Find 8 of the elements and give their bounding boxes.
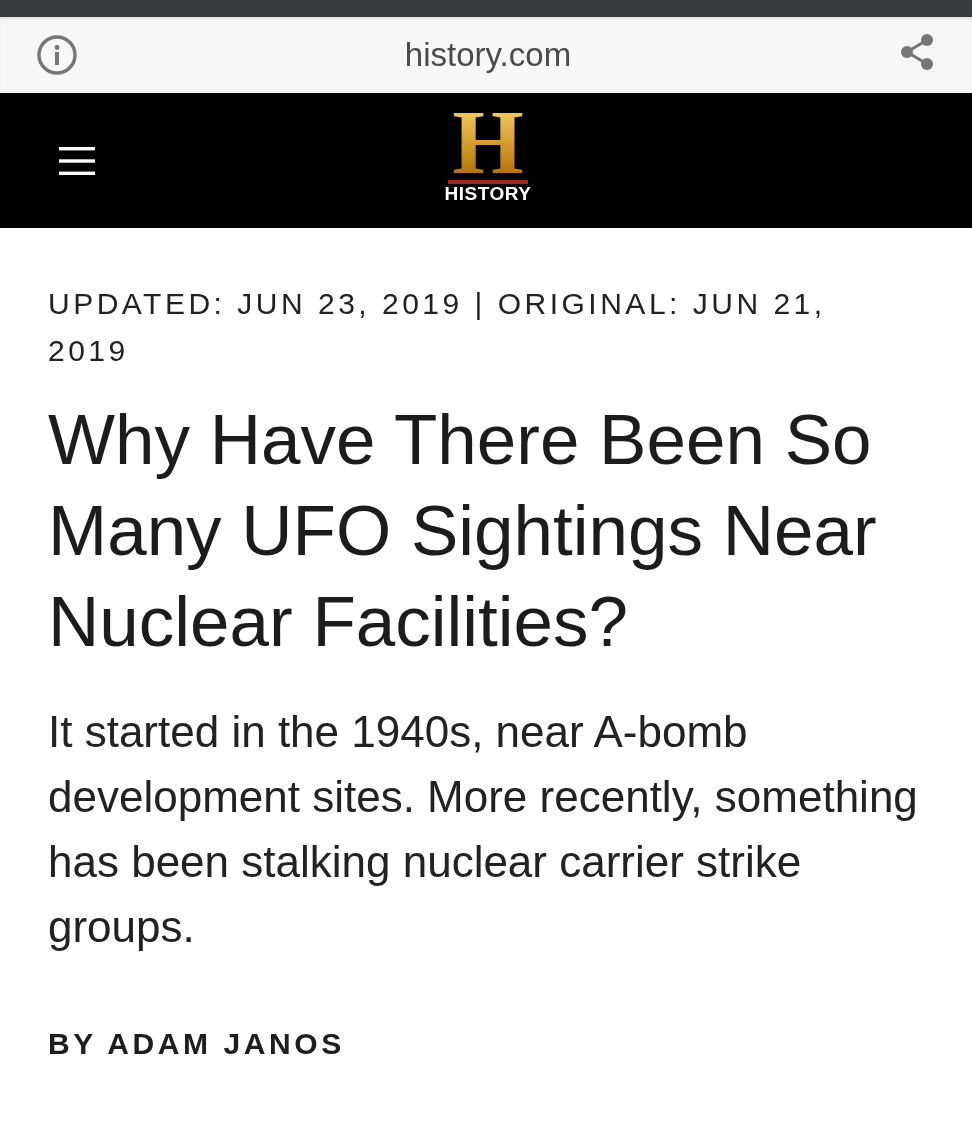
article-dateline: UPDATED: JUN 23, 2019 | ORIGINAL: JUN 21, 2019 bbox=[48, 286, 827, 369]
share-icon[interactable] bbox=[899, 33, 935, 71]
article-title: Why Have There Been So Many UFO Sightings Near Nuclear Facilities? bbox=[48, 399, 878, 663]
info-icon[interactable] bbox=[37, 35, 77, 75]
url-text[interactable]: history.com bbox=[404, 36, 572, 74]
article-summary: It started in the 1940s, near A-bomb development sites. More recently, something has been stalking nuclear carrier strike groups. bbox=[48, 706, 919, 953]
article-byline: BY ADAM JANOS bbox=[48, 1027, 346, 1061]
menu-icon[interactable] bbox=[59, 146, 95, 175]
